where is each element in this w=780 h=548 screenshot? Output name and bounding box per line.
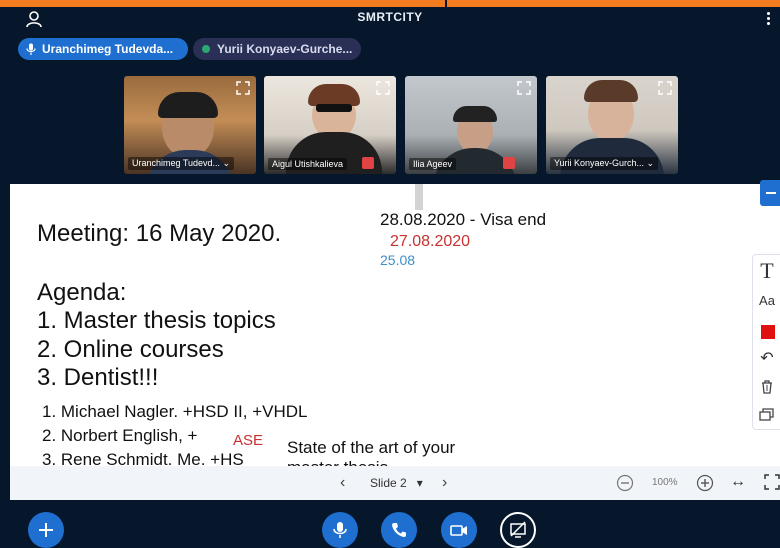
text-cursor-marker — [415, 184, 423, 210]
font-size-tool-icon[interactable]: Aa — [753, 287, 780, 315]
slide-agenda-title: Agenda: — [37, 279, 127, 306]
bottom-action-bar — [0, 500, 780, 548]
microphone-icon — [333, 522, 347, 538]
zoom-level: 100% — [652, 477, 678, 488]
video-tile-4[interactable]: Yurii Konyaev-Gurch... ⌄ — [546, 76, 678, 174]
video-camera-icon — [450, 525, 467, 536]
undo-icon[interactable]: ↶ — [753, 345, 780, 373]
expand-icon[interactable] — [375, 80, 391, 96]
fullscreen-icon[interactable] — [764, 474, 780, 490]
expand-icon[interactable] — [657, 80, 673, 96]
text-tool-icon[interactable]: T — [753, 257, 780, 285]
app-title: SMRTCITY — [357, 10, 423, 24]
multi-user-icon[interactable] — [753, 401, 780, 429]
audio-phone-button[interactable] — [381, 512, 417, 548]
zoom-in-icon[interactable] — [696, 474, 714, 492]
presentation-slide[interactable]: Meeting: 16 May 2020. 28.08.2020 - Visa … — [10, 184, 780, 466]
video-tile-1[interactable]: Uranchimeg Tudevd... ⌄ — [124, 76, 256, 174]
top-accent-stripe — [0, 0, 780, 7]
chevron-down-icon: ▾ — [416, 476, 423, 490]
next-slide-button[interactable]: › — [442, 474, 447, 492]
camera-button[interactable] — [441, 512, 477, 548]
slide-select[interactable]: Slide 2 ▾ — [370, 476, 423, 490]
slide-blue-date: 25.08 — [380, 252, 416, 268]
fit-to-width-icon[interactable]: ↔ — [730, 473, 746, 491]
video-participant-name: Yurii Konyaev-Gurch... ⌄ — [550, 157, 659, 170]
presenter-pill-2[interactable]: Yurii Konyaev-Gurche... — [193, 38, 361, 60]
screen-share-off-icon — [510, 521, 526, 538]
video-tile-2[interactable]: Aigul Utishkalieva — [264, 76, 396, 174]
video-participant-name: Uranchimeg Tudevd... ⌄ — [128, 157, 235, 170]
slide-ase-note: ASE — [233, 432, 264, 449]
student-item: 3. Rene Schmidt. Me. +HS — [42, 450, 244, 466]
expand-icon[interactable] — [235, 80, 251, 96]
muted-mic-icon — [503, 157, 515, 169]
phone-icon — [392, 523, 406, 537]
screen-share-button[interactable] — [500, 512, 536, 548]
student-item: 2. Norbert English, + — [42, 426, 198, 445]
video-tile-3[interactable]: Ilia Ageev — [405, 76, 537, 174]
actions-button[interactable] — [28, 512, 64, 548]
previous-slide-button[interactable]: ‹ — [340, 474, 345, 492]
stripe-notch — [445, 0, 447, 7]
slide-red-date: 27.08.2020 — [390, 233, 471, 250]
student-item: 1. Michael Nagler. +HSD II, +VHDL — [42, 402, 308, 421]
muted-mic-icon — [362, 157, 374, 169]
slide-visa-note: 28.08.2020 - Visa end — [380, 210, 547, 229]
presenter-name: Yurii Konyaev-Gurche... — [217, 42, 353, 56]
microphone-icon — [26, 43, 36, 55]
collapse-presentation-button[interactable] — [760, 180, 780, 206]
more-options-icon[interactable] — [764, 10, 772, 30]
zoom-out-icon[interactable] — [616, 474, 634, 492]
slide-meeting-title: Meeting: 16 May 2020. — [37, 220, 282, 247]
video-participant-name: Aigul Utishkalieva — [268, 158, 348, 170]
top-bar: SMRTCITY — [0, 7, 780, 33]
agenda-item: 3. Dentist!!! — [37, 364, 159, 391]
trash-icon[interactable] — [753, 373, 780, 401]
color-picker-icon[interactable] — [753, 317, 780, 345]
microphone-button[interactable] — [322, 512, 358, 548]
presenter-name: Uranchimeg Tudevda... — [42, 42, 174, 56]
whiteboard-toolbar: T Aa ↶ — [752, 254, 780, 430]
expand-icon[interactable] — [516, 80, 532, 96]
slide-label: Slide 2 — [370, 476, 407, 490]
agenda-item: 1. Master thesis topics — [37, 307, 276, 334]
talking-indicator-icon — [202, 45, 210, 53]
slide-state-note-2: master thesis — [287, 458, 388, 466]
video-participant-name: Ilia Ageev — [409, 158, 457, 170]
slide-controls-bar: ‹ Slide 2 ▾ › 100% ↔ — [10, 466, 780, 500]
agenda-item: 2. Online courses — [37, 336, 224, 363]
presenter-pill-1[interactable]: Uranchimeg Tudevda... — [18, 38, 188, 60]
slide-state-note: State of the art of your — [287, 438, 456, 457]
plus-icon — [39, 523, 53, 537]
